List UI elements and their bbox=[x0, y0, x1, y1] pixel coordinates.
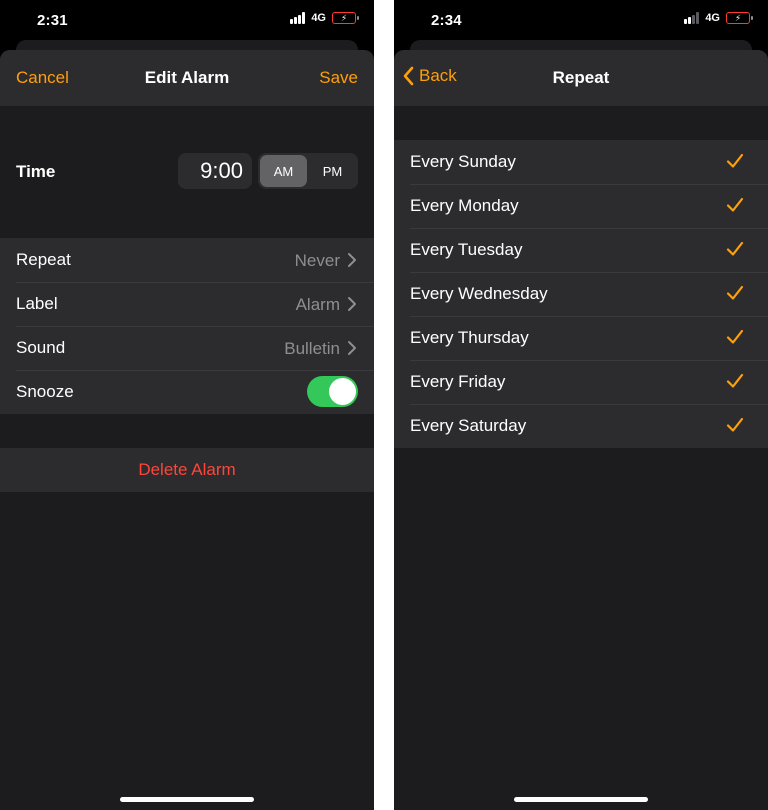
snooze-label: Snooze bbox=[16, 382, 74, 401]
repeat-screen: 2:34 4G ⚡ Back Repeat Every Sunday Every… bbox=[394, 0, 768, 810]
day-label: Every Monday bbox=[410, 196, 519, 215]
cancel-button[interactable]: Cancel bbox=[16, 68, 69, 88]
delete-section: Delete Alarm bbox=[0, 448, 374, 492]
day-label: Every Saturday bbox=[410, 416, 527, 435]
checkmark-icon bbox=[726, 285, 744, 300]
status-bar: 2:34 4G ⚡ bbox=[394, 0, 768, 40]
sound-row[interactable]: Sound Bulletin bbox=[0, 326, 374, 370]
am-segment[interactable]: AM bbox=[260, 155, 307, 187]
nav-bar: Back Repeat bbox=[394, 50, 768, 106]
day-row-thursday[interactable]: Every Thursday bbox=[394, 316, 768, 360]
sound-value: Bulletin bbox=[284, 339, 340, 358]
chevron-right-icon bbox=[348, 341, 356, 355]
checkmark-icon bbox=[726, 373, 744, 388]
day-label: Every Tuesday bbox=[410, 240, 523, 259]
edit-alarm-sheet: Cancel Edit Alarm Save Time 9:00 AM PM R… bbox=[0, 50, 374, 810]
checkmark-icon bbox=[726, 241, 744, 256]
home-indicator[interactable] bbox=[120, 797, 254, 802]
time-value-field[interactable]: 9:00 bbox=[178, 153, 252, 189]
day-label: Every Sunday bbox=[410, 152, 516, 171]
save-button[interactable]: Save bbox=[319, 68, 358, 88]
label-label: Label bbox=[16, 294, 58, 313]
delete-alarm-button[interactable]: Delete Alarm bbox=[0, 448, 374, 492]
network-type: 4G bbox=[311, 12, 326, 24]
label-value: Alarm bbox=[295, 295, 340, 314]
day-row-wednesday[interactable]: Every Wednesday bbox=[394, 272, 768, 316]
edit-alarm-screen: 2:31 4G ⚡ Cancel Edit Alarm Save Time 9:… bbox=[0, 0, 374, 810]
day-row-monday[interactable]: Every Monday bbox=[394, 184, 768, 228]
repeat-sheet: Back Repeat Every Sunday Every Monday Ev… bbox=[394, 50, 768, 810]
alarm-options-list: Repeat Never Label Alarm Sound Bulletin … bbox=[0, 238, 374, 414]
chevron-left-icon bbox=[403, 66, 414, 86]
checkmark-icon bbox=[726, 417, 744, 432]
home-indicator[interactable] bbox=[514, 797, 648, 802]
day-label: Every Wednesday bbox=[410, 284, 548, 303]
chevron-right-icon bbox=[348, 253, 356, 267]
checkmark-icon bbox=[726, 329, 744, 344]
day-label: Every Thursday bbox=[410, 328, 529, 347]
battery-charging-icon: ⚡ bbox=[726, 12, 753, 24]
am-pm-segmented-control: AM PM bbox=[258, 153, 358, 189]
pm-segment[interactable]: PM bbox=[309, 155, 356, 187]
repeat-label: Repeat bbox=[16, 250, 71, 269]
checkmark-icon bbox=[726, 197, 744, 212]
network-type: 4G bbox=[705, 12, 720, 24]
cellular-signal-icon bbox=[684, 12, 700, 24]
label-row[interactable]: Label Alarm bbox=[0, 282, 374, 326]
day-row-tuesday[interactable]: Every Tuesday bbox=[394, 228, 768, 272]
cellular-signal-icon bbox=[290, 12, 306, 24]
status-time: 2:34 bbox=[431, 12, 462, 29]
day-row-friday[interactable]: Every Friday bbox=[394, 360, 768, 404]
time-picker-section: Time 9:00 AM PM bbox=[0, 106, 374, 238]
repeat-row[interactable]: Repeat Never bbox=[0, 238, 374, 282]
snooze-toggle[interactable] bbox=[307, 376, 358, 407]
back-label: Back bbox=[419, 66, 457, 85]
chevron-right-icon bbox=[348, 297, 356, 311]
back-button[interactable]: Back bbox=[402, 66, 457, 86]
toggle-knob bbox=[329, 378, 356, 405]
status-time: 2:31 bbox=[37, 12, 68, 29]
nav-bar: Cancel Edit Alarm Save bbox=[0, 50, 374, 106]
battery-charging-icon: ⚡ bbox=[332, 12, 359, 24]
day-label: Every Friday bbox=[410, 372, 506, 391]
time-label: Time bbox=[16, 162, 56, 181]
day-row-saturday[interactable]: Every Saturday bbox=[394, 404, 768, 448]
sound-label: Sound bbox=[16, 338, 66, 357]
repeat-days-list: Every Sunday Every Monday Every Tuesday … bbox=[394, 140, 768, 448]
status-bar: 2:31 4G ⚡ bbox=[0, 0, 374, 40]
repeat-value: Never bbox=[294, 251, 340, 270]
day-row-sunday[interactable]: Every Sunday bbox=[394, 140, 768, 184]
snooze-row: Snooze bbox=[0, 370, 374, 414]
checkmark-icon bbox=[726, 153, 744, 168]
